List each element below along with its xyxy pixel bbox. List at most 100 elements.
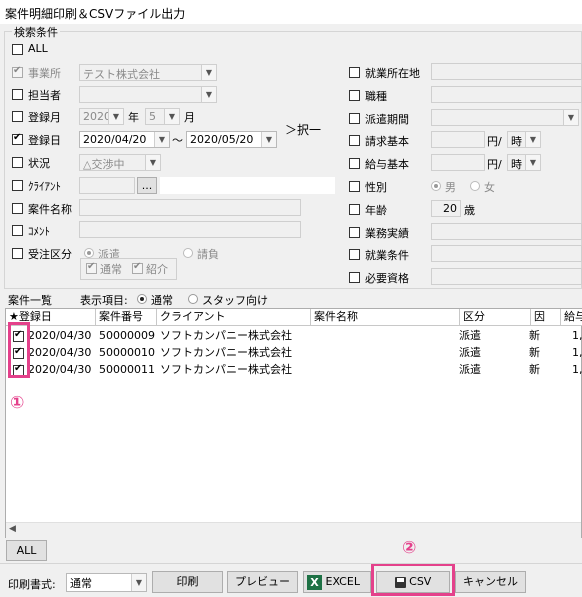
office-select[interactable]: テスト株式会社 ▼: [79, 64, 217, 81]
display-normal-radio[interactable]: [137, 294, 147, 304]
client-checkbox[interactable]: [12, 180, 23, 191]
chevron-down-icon: ▼: [525, 132, 540, 147]
office-label: 事業所: [28, 67, 61, 80]
age-checkbox[interactable]: [349, 204, 360, 215]
column-header-number[interactable]: 案件番号: [96, 309, 157, 326]
table-row[interactable]: 2020/04/30 50000010 ソフトカンパニー株式会社 派遣 新 1,…: [6, 345, 582, 361]
workplace-checkbox[interactable]: [349, 67, 360, 78]
duty-checkbox[interactable]: [349, 227, 360, 238]
condition-input[interactable]: [431, 245, 582, 262]
print-format-value: 通常: [70, 577, 92, 590]
horizontal-scrollbar[interactable]: ◀: [6, 522, 581, 538]
qualification-input[interactable]: [431, 268, 582, 285]
billing-input[interactable]: [431, 131, 485, 148]
select-all-button[interactable]: ALL: [6, 540, 47, 561]
row-type: 派遣: [459, 329, 481, 342]
order-label: 受注区分: [28, 248, 72, 261]
name-input[interactable]: [79, 199, 301, 216]
staff-checkbox[interactable]: [12, 89, 23, 100]
order-checkbox[interactable]: [12, 248, 23, 259]
all-checkbox[interactable]: [12, 44, 23, 55]
job-checkbox[interactable]: [349, 90, 360, 101]
display-normal-label: 通常: [151, 294, 173, 307]
regmonth-year-select[interactable]: 2020 ▼: [79, 108, 124, 125]
row-date: 2020/04/30: [28, 329, 92, 342]
display-staff-radio[interactable]: [188, 294, 198, 304]
staff-select[interactable]: ▼: [79, 86, 217, 103]
pay-unit-value: 時: [511, 158, 522, 171]
client-code-input[interactable]: [79, 177, 135, 194]
print-format-select[interactable]: 通常 ▼: [66, 573, 147, 592]
print-format-label: 印刷書式:: [8, 578, 56, 591]
column-header-client[interactable]: クライアント: [157, 309, 311, 326]
pay-checkbox[interactable]: [349, 158, 360, 169]
age-label: 年齢: [365, 204, 387, 217]
chevron-down-icon: ▼: [164, 109, 179, 124]
condition-label: 就業条件: [365, 249, 409, 262]
checkbox-highlight: [8, 322, 30, 378]
excel-button[interactable]: X EXCEL: [303, 571, 371, 593]
comment-input[interactable]: [79, 221, 301, 238]
pay-input[interactable]: [431, 154, 485, 171]
row-date: 2020/04/30: [28, 346, 92, 359]
order-normal-checkbox[interactable]: [86, 261, 97, 274]
scroll-left-icon[interactable]: ◀: [9, 524, 16, 534]
csv-button[interactable]: CSV: [376, 571, 450, 593]
column-header-type[interactable]: 区分: [460, 309, 531, 326]
list-title: 案件一覧: [8, 294, 52, 307]
window-title: 案件明細印刷＆CSVファイル出力: [5, 7, 186, 21]
period-checkbox[interactable]: [349, 113, 360, 124]
gender-female-label: 女: [484, 181, 495, 194]
order-dispatch-radio[interactable]: [84, 248, 94, 258]
column-header-pay[interactable]: 給与: [561, 309, 582, 326]
all-label: ALL: [28, 42, 48, 55]
duty-input[interactable]: [431, 223, 582, 240]
regdate-to-select[interactable]: 2020/05/20 ▼: [186, 131, 277, 148]
office-checkbox[interactable]: [12, 65, 23, 78]
column-header-cause[interactable]: 因: [531, 309, 561, 326]
table-row[interactable]: 2020/04/30 50000011 ソフトカンパニー株式会社 派遣 新 1,…: [6, 362, 582, 378]
workplace-label: 就業所在地: [365, 67, 420, 80]
cancel-button[interactable]: キャンセル: [455, 571, 526, 593]
period-label: 派遣期間: [365, 113, 409, 126]
client-browse-button[interactable]: ...: [137, 177, 157, 194]
regdate-to-value: 2020/05/20: [190, 133, 254, 146]
regmonth-month-select[interactable]: 5 ▼: [145, 108, 180, 125]
status-select[interactable]: △交渉中 ▼: [79, 154, 161, 171]
order-intro-checkbox[interactable]: [132, 261, 143, 274]
billing-checkbox[interactable]: [349, 135, 360, 146]
regdate-checkbox[interactable]: [12, 132, 23, 145]
age-input[interactable]: 20: [431, 200, 461, 217]
period-select[interactable]: ▼: [431, 109, 579, 126]
regmonth-checkbox[interactable]: [12, 111, 23, 122]
row-date: 2020/04/30: [28, 363, 92, 376]
title-bar: 案件明細印刷＆CSVファイル出力: [0, 0, 582, 24]
row-client: ソフトカンパニー株式会社: [160, 346, 292, 359]
print-button[interactable]: 印刷: [152, 571, 223, 593]
condition-checkbox[interactable]: [349, 249, 360, 260]
column-header-name[interactable]: 案件名称: [311, 309, 460, 326]
qualification-checkbox[interactable]: [349, 272, 360, 283]
job-label: 職種: [365, 90, 387, 103]
pay-unit-select[interactable]: 時 ▼: [507, 154, 541, 171]
row-pay: 1,3: [572, 346, 582, 359]
gender-checkbox[interactable]: [349, 181, 360, 192]
gender-male-radio[interactable]: [431, 181, 441, 191]
order-contract-radio[interactable]: [183, 248, 193, 258]
comment-label: ｺﾒﾝﾄ: [28, 225, 50, 238]
table-row[interactable]: 2020/04/30 50000009 ソフトカンパニー株式会社 派遣 新 1,…: [6, 328, 582, 344]
name-checkbox[interactable]: [12, 203, 23, 214]
footer-divider: [0, 563, 582, 564]
chevron-down-icon: ▼: [201, 87, 216, 102]
pay-yen-unit: 円/: [487, 158, 502, 171]
case-list[interactable]: ★登録日 案件番号 クライアント 案件名称 区分 因 給与 2020/04/30…: [5, 308, 582, 538]
job-input[interactable]: [431, 86, 582, 103]
billing-unit-select[interactable]: 時 ▼: [507, 131, 541, 148]
gender-female-radio[interactable]: [470, 181, 480, 191]
regdate-from-select[interactable]: 2020/04/20 ▼: [79, 131, 170, 148]
comment-checkbox[interactable]: [12, 225, 23, 236]
preview-button[interactable]: プレビュー: [227, 571, 298, 593]
workplace-input[interactable]: [431, 63, 582, 80]
status-checkbox[interactable]: [12, 157, 23, 168]
row-number: 50000010: [99, 346, 155, 359]
